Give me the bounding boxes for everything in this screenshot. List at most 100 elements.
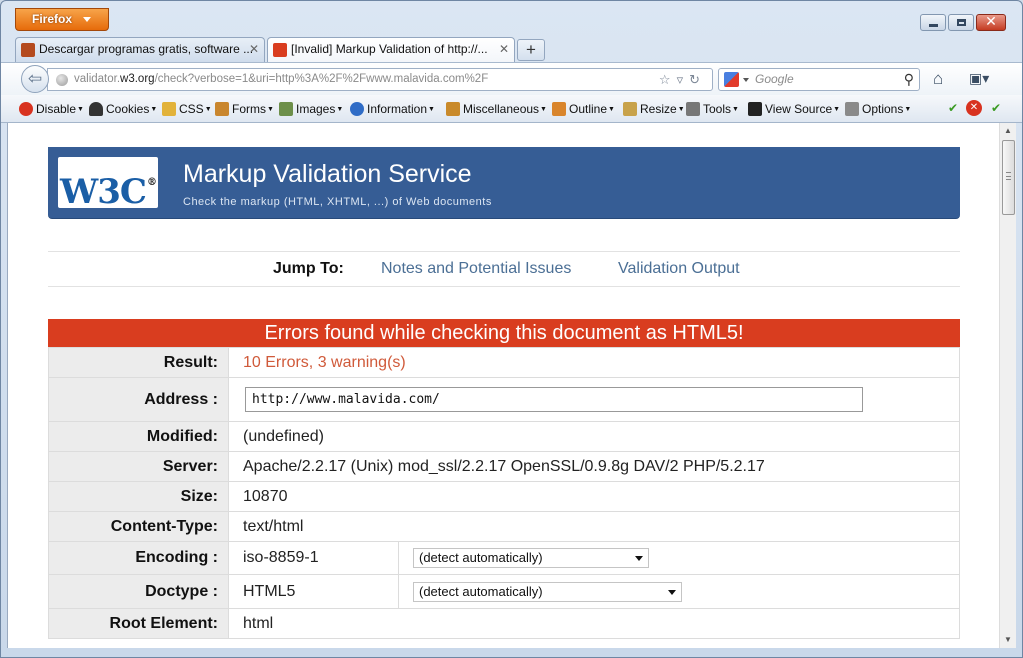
devbar-information[interactable]: Information▼ xyxy=(350,95,435,124)
view-source-icon xyxy=(748,102,762,116)
devbar-resize[interactable]: Resize▼ xyxy=(623,95,685,124)
devbar-cookies[interactable]: Cookies▼ xyxy=(89,95,157,124)
table-row: Result: 10 Errors, 3 warning(s) xyxy=(48,347,960,378)
browser-window: Firefox ✕ Descargar programas gratis, so… xyxy=(0,0,1023,658)
devbar-miscellaneous[interactable]: Miscellaneous▼ xyxy=(446,95,547,124)
page-viewport: W3C® Markup Validation Service Check the… xyxy=(7,123,1016,648)
resize-icon xyxy=(623,102,637,116)
tab-title: [Invalid] Markup Validation of http://..… xyxy=(291,42,488,56)
tools-icon xyxy=(686,102,700,116)
maximize-icon xyxy=(957,19,966,26)
table-row: Doctype : HTML5 (detect automatically) xyxy=(48,574,960,609)
close-tab-icon[interactable]: ✕ xyxy=(499,38,509,61)
options-icon xyxy=(845,102,859,116)
firefox-menu-button[interactable]: Firefox xyxy=(15,8,109,31)
scrollbar-thumb[interactable] xyxy=(1002,140,1015,215)
back-button[interactable]: ⇦ xyxy=(21,65,49,93)
devbar-disable[interactable]: Disable▼ xyxy=(19,95,84,124)
home-icon: ⌂ xyxy=(933,69,944,88)
bookmark-star-icon[interactable]: ☆ xyxy=(659,72,677,87)
table-row: Address : http://www.malavida.com/ xyxy=(48,377,960,422)
scroll-up-icon[interactable]: ▲ xyxy=(1000,123,1016,139)
encoding-select[interactable]: (detect automatically) xyxy=(413,548,649,568)
jump-to-label: Jump To: xyxy=(273,260,344,277)
bookmarks-icon: ▣▾ xyxy=(969,70,990,86)
result-value: 10 Errors, 3 warning(s) xyxy=(228,347,960,378)
search-engine-dropdown-icon[interactable] xyxy=(743,78,749,82)
css-wand-icon xyxy=(162,102,176,116)
table-row: Modified: (undefined) xyxy=(48,421,960,452)
search-magnifier-icon[interactable]: ⚲ xyxy=(904,69,914,90)
close-icon: ✕ xyxy=(985,13,997,29)
table-row: Encoding : iso-8859-1 (detect automatica… xyxy=(48,541,960,575)
devbar-images[interactable]: Images▼ xyxy=(279,95,343,124)
tab-title: Descargar programas gratis, software ... xyxy=(39,42,254,56)
firefox-menu-label: Firefox xyxy=(32,12,73,26)
w3c-favicon-icon xyxy=(273,43,287,57)
images-icon xyxy=(279,102,293,116)
chevron-down-icon xyxy=(83,17,91,22)
content-type-label: Content-Type: xyxy=(48,511,229,542)
js-valid-check-icon[interactable]: ✔ xyxy=(988,100,1004,116)
doctype-select[interactable]: (detect automatically) xyxy=(413,581,682,602)
encoding-value: iso-8859-1 xyxy=(228,541,399,575)
address-input[interactable]: http://www.malavida.com/ xyxy=(245,387,863,412)
server-value: Apache/2.2.17 (Unix) mod_ssl/2.2.17 Open… xyxy=(228,451,960,482)
web-developer-toolbar: Disable▼ Cookies▼ CSS▼ Forms▼ Images▼ In… xyxy=(1,95,1022,123)
modified-label: Modified: xyxy=(48,421,229,452)
devbar-css[interactable]: CSS▼ xyxy=(162,95,212,124)
close-tab-icon[interactable]: ✕ xyxy=(249,38,259,61)
history-dropdown-icon[interactable]: ▿ xyxy=(677,72,690,87)
root-element-value: html xyxy=(228,608,960,639)
bookmarks-button[interactable]: ▣▾ xyxy=(969,70,999,88)
page-title[interactable]: Markup Validation Service xyxy=(183,160,472,189)
doctype-select-value: (detect automatically) xyxy=(419,583,543,599)
outline-pencil-icon xyxy=(552,102,566,116)
search-placeholder: Google xyxy=(755,72,794,86)
grip-icon xyxy=(1006,172,1011,180)
devbar-options[interactable]: Options▼ xyxy=(845,95,911,124)
search-input[interactable]: Google ⚲ xyxy=(718,68,920,91)
chevron-down-icon xyxy=(668,589,676,595)
chevron-down-icon xyxy=(635,556,643,561)
w3c-banner: W3C® Markup Validation Service Check the… xyxy=(48,147,960,219)
jump-link-validation-output[interactable]: Validation Output xyxy=(618,252,740,286)
server-label: Server: xyxy=(48,451,229,482)
url-text: validator.w3.org/check?verbose=1&uri=htt… xyxy=(74,73,489,85)
cookies-icon xyxy=(89,102,103,116)
modified-value: (undefined) xyxy=(228,421,960,452)
devbar-outline[interactable]: Outline▼ xyxy=(552,95,615,124)
w3c-logo[interactable]: W3C® xyxy=(58,157,158,212)
close-window-button[interactable]: ✕ xyxy=(976,13,1006,31)
content-type-value: text/html xyxy=(228,511,960,542)
result-label: Result: xyxy=(48,347,229,378)
home-button[interactable]: ⌂ xyxy=(933,69,943,89)
globe-icon xyxy=(56,74,68,86)
minimize-button[interactable] xyxy=(920,14,946,31)
vertical-scrollbar[interactable]: ▲ ▼ xyxy=(999,123,1016,648)
disable-icon xyxy=(19,102,33,116)
new-tab-button[interactable]: + xyxy=(517,39,545,61)
url-bar[interactable]: validator.w3.org/check?verbose=1&uri=htt… xyxy=(47,68,713,91)
devbar-tools[interactable]: Tools▼ xyxy=(686,95,739,124)
tab-malavida[interactable]: Descargar programas gratis, software ...… xyxy=(15,37,265,62)
back-arrow-icon: ⇦ xyxy=(27,69,43,88)
jump-link-notes[interactable]: Notes and Potential Issues xyxy=(381,252,571,286)
google-logo-icon xyxy=(724,72,739,87)
results-table: Result: 10 Errors, 3 warning(s) Address … xyxy=(48,347,960,639)
errors-heading: Errors found while checking this documen… xyxy=(48,319,960,347)
table-row: Server: Apache/2.2.17 (Unix) mod_ssl/2.2… xyxy=(48,451,960,482)
devbar-view-source[interactable]: View Source▼ xyxy=(748,95,840,124)
scroll-down-icon[interactable]: ▼ xyxy=(1000,632,1016,648)
tab-validator[interactable]: [Invalid] Markup Validation of http://..… xyxy=(267,37,515,62)
css-valid-check-icon[interactable]: ✔ xyxy=(945,100,961,116)
information-icon xyxy=(350,102,364,116)
minimize-icon xyxy=(929,24,938,27)
jump-to-bar: Jump To: Notes and Potential Issues Vali… xyxy=(48,251,960,287)
reload-icon[interactable]: ↻ xyxy=(689,72,706,87)
html-errors-icon[interactable]: ✕ xyxy=(966,100,982,116)
devbar-forms[interactable]: Forms▼ xyxy=(215,95,274,124)
page-subtitle: Check the markup (HTML, XHTML, ...) of W… xyxy=(183,196,492,208)
maximize-button[interactable] xyxy=(948,14,974,31)
address-label: Address : xyxy=(48,377,229,422)
